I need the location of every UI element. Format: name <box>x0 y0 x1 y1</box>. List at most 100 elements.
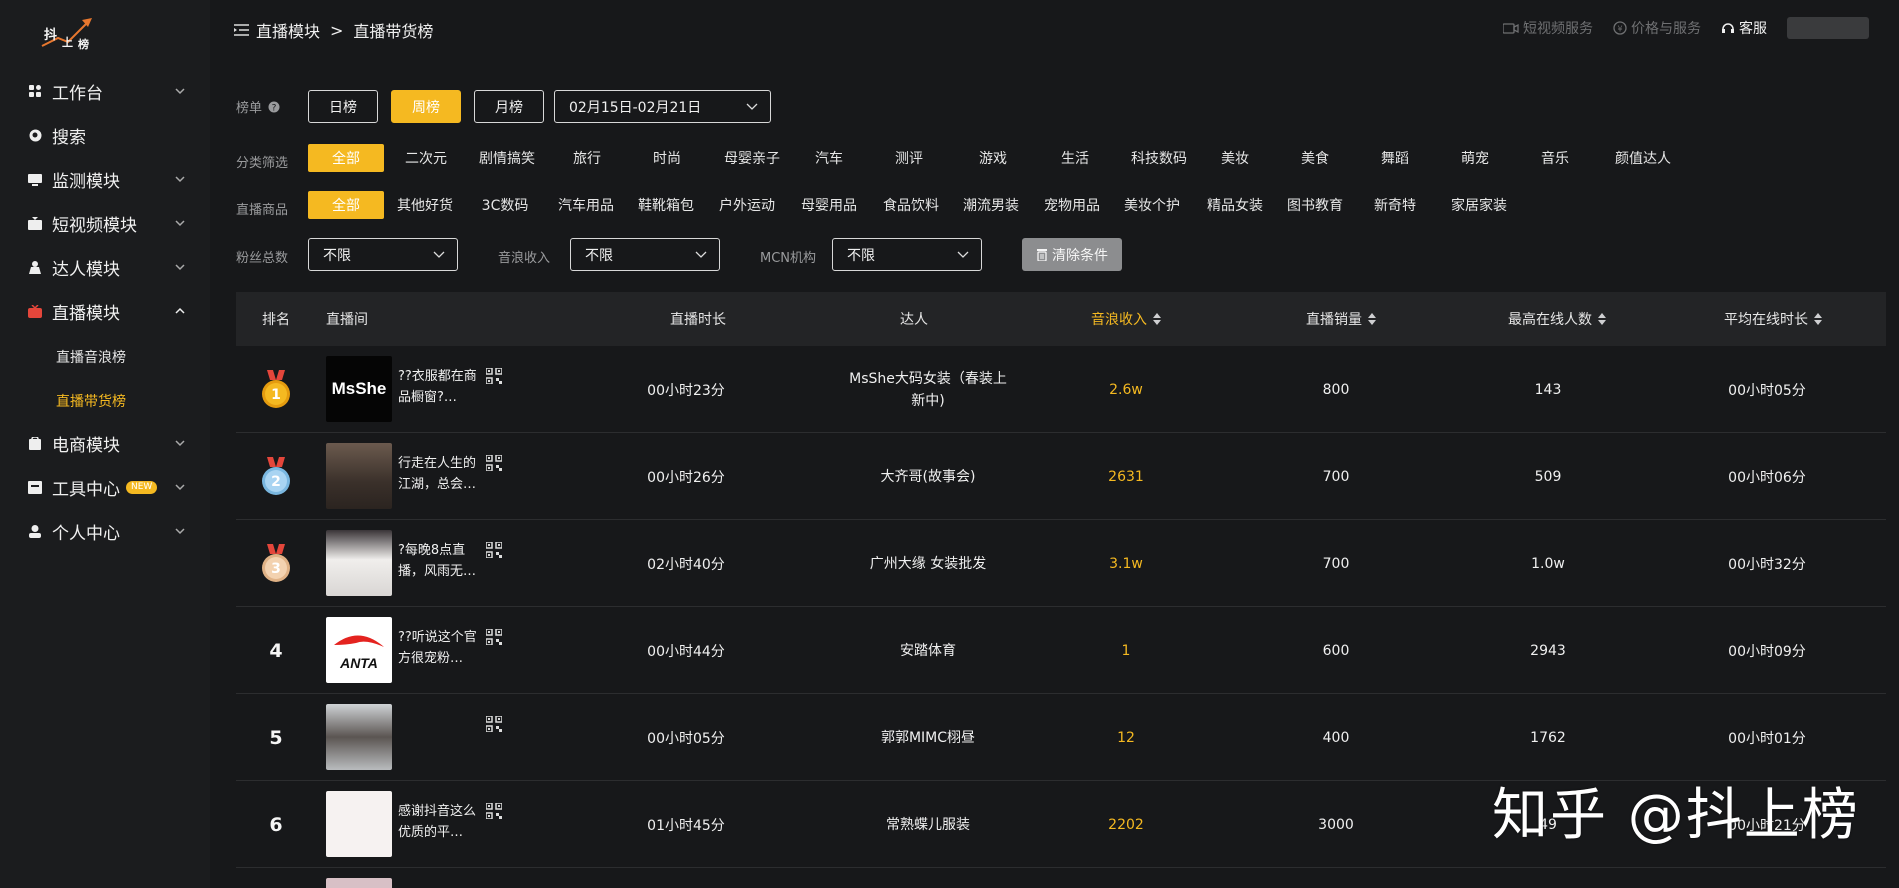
category-chip[interactable]: 美妆 <box>1200 144 1270 172</box>
sidebar-subitem-live-sales[interactable]: 直播带货榜 <box>56 391 126 411</box>
category-chip[interactable]: 二次元 <box>384 144 468 172</box>
streamer-cell[interactable]: MsShe大码女装（春装上新中) <box>828 346 1028 433</box>
goods-chip[interactable]: 潮流男装 <box>952 191 1030 219</box>
room-title[interactable]: ??听说这个官方很宠粉… <box>398 627 486 669</box>
col-sales-sort[interactable]: 直播销量 <box>1306 309 1376 329</box>
category-chip[interactable]: 时尚 <box>634 144 700 172</box>
customer-service-link[interactable]: 客服 <box>1721 18 1767 38</box>
sidebar-item-tools[interactable]: 工具中心 NEW <box>0 469 210 505</box>
logo[interactable]: 抖 上 榜 <box>38 12 98 52</box>
goods-chip[interactable]: 家居家装 <box>1438 191 1520 219</box>
mcn-label: MCN机构 <box>760 251 817 266</box>
category-chip[interactable]: 母婴亲子 <box>710 144 794 172</box>
room-title[interactable]: ??衣服都在商品橱窗?… <box>398 366 486 408</box>
sidebar-item-short-video[interactable]: 短视频模块 <box>0 205 210 241</box>
sidebar-item-search[interactable]: 搜索 <box>0 117 210 153</box>
category-chip[interactable]: 测评 <box>874 144 944 172</box>
sidebar-item-workbench[interactable]: 工作台 <box>0 73 210 109</box>
room-thumbnail[interactable] <box>326 443 392 509</box>
category-chip[interactable]: 剧情搞笑 <box>464 144 550 172</box>
category-chip[interactable]: 科技数码 <box>1116 144 1202 172</box>
category-chip[interactable]: 音乐 <box>1520 144 1590 172</box>
goods-chip[interactable]: 宠物用品 <box>1034 191 1110 219</box>
category-chip[interactable]: 全部 <box>308 144 384 172</box>
breadcrumb-item[interactable]: 直播模块 <box>256 18 320 42</box>
short-video-service-link[interactable]: 短视频服务 <box>1503 18 1593 38</box>
table-row[interactable]: 4 ANTA ??听说这个官方很宠粉… 00小时44分 安踏体育 1 600 2… <box>236 607 1886 694</box>
fans-select[interactable]: 不限 <box>308 238 458 271</box>
room-thumbnail[interactable] <box>326 791 392 857</box>
goods-chip[interactable]: 母婴用品 <box>790 191 868 219</box>
rank-number: 2 <box>271 474 281 490</box>
col-avg-sort[interactable]: 平均在线时长 <box>1724 309 1822 329</box>
qr-code-icon[interactable] <box>486 629 502 645</box>
goods-chip[interactable]: 全部 <box>308 191 384 219</box>
table-row[interactable]: 2 行走在人生的江湖，总会… 00小时26分 大齐哥(故事会) 2631 700… <box>236 433 1886 520</box>
room-thumbnail[interactable] <box>326 704 392 770</box>
period-day-button[interactable]: 日榜 <box>308 90 378 123</box>
streamer-cell[interactable]: 大齐哥(故事会) <box>828 433 1028 520</box>
sidebar-item-live[interactable]: 直播模块 <box>0 293 210 329</box>
sidebar-item-ecommerce[interactable]: 电商模块 <box>0 425 210 461</box>
col-income-sort[interactable]: 音浪收入 <box>1091 309 1161 329</box>
streamer-cell[interactable]: 郭郭MIMC栩昼 <box>828 694 1028 781</box>
income-cell: 1 <box>1121 642 1131 659</box>
table-row[interactable]: 1 MsShe ??衣服都在商品橱窗?… 00小时23分 MsShe大码女装（春… <box>236 346 1886 433</box>
category-chip[interactable]: 游戏 <box>958 144 1028 172</box>
streamer-cell[interactable]: 安踏体育 <box>828 607 1028 694</box>
category-chip[interactable]: 美食 <box>1280 144 1350 172</box>
qr-code-icon[interactable] <box>486 803 502 819</box>
room-title[interactable]: 行走在人生的江湖，总会… <box>398 453 486 495</box>
goods-chip[interactable]: 其他好货 <box>388 191 462 219</box>
category-chip[interactable]: 颜值达人 <box>1600 144 1686 172</box>
menu-fold-icon[interactable] <box>234 23 250 37</box>
goods-chip[interactable]: 美妆个护 <box>1114 191 1190 219</box>
category-chip[interactable]: 旅行 <box>552 144 622 172</box>
sidebar-item-label: 搜索 <box>52 127 86 148</box>
clear-filters-button[interactable]: 清除条件 <box>1022 238 1122 271</box>
qr-code-icon[interactable] <box>486 455 502 471</box>
clear-filters-label: 清除条件 <box>1052 247 1108 264</box>
gold-medal-icon: 1 <box>262 369 290 408</box>
table-row[interactable]: 3 ?每晚8点直播，风雨无… 02小时40分 广州大缘 女装批发 3.1w 70… <box>236 520 1886 607</box>
goods-chip[interactable]: 精品女装 <box>1196 191 1274 219</box>
goods-chip[interactable]: 食品饮料 <box>872 191 950 219</box>
goods-chip[interactable]: 3C数码 <box>468 191 542 219</box>
table-row[interactable]: 5 00小时05分 郭郭MIMC栩昼 12 400 1762 00小时01分 <box>236 694 1886 781</box>
category-chip[interactable]: 萌宠 <box>1440 144 1510 172</box>
mcn-select[interactable]: 不限 <box>832 238 982 271</box>
rank-number: 4 <box>269 639 283 662</box>
room-thumbnail[interactable]: ANTA <box>326 617 392 683</box>
date-range-select[interactable]: 02月15日-02月21日 <box>554 90 771 123</box>
rank-cell: 6 <box>236 781 316 868</box>
goods-chip[interactable]: 新奇特 <box>1358 191 1432 219</box>
sidebar-item-influencer[interactable]: 达人模块 <box>0 249 210 285</box>
qr-code-icon[interactable] <box>486 542 502 558</box>
category-chip[interactable]: 汽车 <box>794 144 864 172</box>
col-peak-sort[interactable]: 最高在线人数 <box>1508 309 1606 329</box>
pricing-link[interactable]: ¥ 价格与服务 <box>1613 18 1701 38</box>
period-month-button[interactable]: 月榜 <box>474 90 544 123</box>
qr-code-icon[interactable] <box>486 368 502 384</box>
category-chip[interactable]: 舞蹈 <box>1360 144 1430 172</box>
room-thumbnail[interactable]: MsShe <box>326 356 392 422</box>
category-chip[interactable]: 生活 <box>1040 144 1110 172</box>
streamer-cell[interactable]: 常熟蝶儿服装 <box>828 781 1028 868</box>
goods-chip[interactable]: 鞋靴箱包 <box>628 191 704 219</box>
streamer-cell[interactable]: 广州大缘 女装批发 <box>828 520 1028 607</box>
goods-chip[interactable]: 户外运动 <box>710 191 784 219</box>
income-select[interactable]: 不限 <box>570 238 720 271</box>
sidebar-item-profile[interactable]: 个人中心 <box>0 513 210 549</box>
goods-chip[interactable]: 汽车用品 <box>548 191 624 219</box>
period-week-button[interactable]: 周榜 <box>391 90 461 123</box>
user-avatar[interactable] <box>1787 17 1869 39</box>
sidebar-subitem-live-income[interactable]: 直播音浪榜 <box>56 347 126 367</box>
avg-online-cell: 00小时06分 <box>1728 469 1806 486</box>
room-title[interactable]: 感谢抖音这么优质的平… <box>398 801 486 843</box>
goods-chip[interactable]: 图书教育 <box>1276 191 1354 219</box>
sidebar-item-monitor[interactable]: 监测模块 <box>0 161 210 197</box>
room-thumbnail[interactable] <box>326 530 392 596</box>
help-icon[interactable]: ? <box>268 101 280 114</box>
qr-code-icon[interactable] <box>486 716 502 732</box>
room-title[interactable]: ?每晚8点直播，风雨无… <box>398 540 486 582</box>
